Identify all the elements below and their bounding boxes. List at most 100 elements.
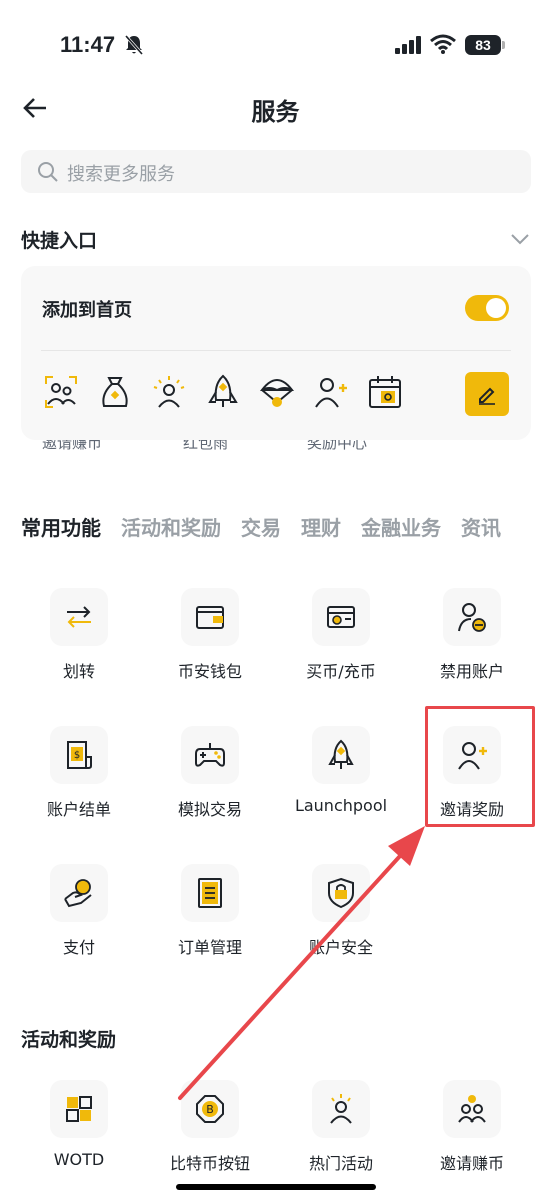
svg-text:$: $ bbox=[74, 750, 80, 761]
function-label: 禁用账户 bbox=[439, 662, 504, 681]
calendar-icon[interactable] bbox=[367, 374, 403, 410]
parachute-icon[interactable] bbox=[259, 374, 295, 410]
quick-entry-title: 快捷入口 bbox=[21, 230, 98, 252]
function-label: 买币/充币 bbox=[306, 662, 376, 681]
battery-indicator: 83 bbox=[465, 35, 501, 55]
search-input[interactable]: 搜索更多服务 bbox=[21, 150, 531, 193]
divider bbox=[41, 350, 511, 351]
invite-earn-icon[interactable] bbox=[43, 374, 79, 410]
function-label: 划转 bbox=[62, 662, 95, 681]
activity-label: 邀请赚币 bbox=[439, 1154, 504, 1173]
activity-label: WOTD bbox=[53, 1150, 105, 1169]
icon-box bbox=[443, 1080, 501, 1138]
tab-news[interactable]: 资讯 bbox=[461, 512, 501, 541]
order-icon bbox=[198, 878, 222, 908]
function-demo-trading[interactable]: 模拟交易 bbox=[145, 726, 275, 836]
tab-common-functions[interactable]: 常用功能 bbox=[21, 512, 101, 541]
nav-bar: 服务 bbox=[0, 80, 551, 136]
clipped-label: 邀请赚币 bbox=[42, 440, 103, 452]
function-account-security[interactable]: 账户安全 bbox=[276, 864, 406, 974]
annotation-highlight-box bbox=[425, 706, 535, 827]
icon-box: $ bbox=[50, 726, 108, 784]
status-time: 11:47 bbox=[60, 32, 116, 57]
wallet-icon bbox=[196, 606, 224, 629]
quick-entry-card: 添加到首页 bbox=[21, 266, 531, 440]
transfer-icon bbox=[67, 606, 91, 628]
activity-label: 比特币按钮 bbox=[169, 1154, 250, 1173]
function-label: 账户结单 bbox=[46, 800, 111, 819]
person-sun-icon bbox=[330, 1094, 352, 1124]
function-buy-deposit[interactable]: 买币/充币 bbox=[276, 588, 406, 698]
function-label: 模拟交易 bbox=[177, 800, 242, 819]
shield-lock-icon bbox=[328, 877, 354, 909]
bell-muted-icon bbox=[124, 35, 144, 55]
clipped-label: 奖励中心 bbox=[307, 440, 368, 452]
tab-finance[interactable]: 理财 bbox=[301, 512, 341, 541]
add-to-home-toggle[interactable] bbox=[465, 295, 509, 321]
icon-box bbox=[50, 588, 108, 646]
function-label: Launchpool bbox=[294, 796, 388, 815]
icon-box bbox=[50, 1080, 108, 1138]
activity-label: 热门活动 bbox=[308, 1154, 373, 1173]
person-sun-icon[interactable] bbox=[151, 374, 187, 410]
wotd-icon bbox=[66, 1096, 92, 1122]
function-label: 币安钱包 bbox=[177, 662, 242, 681]
search-icon bbox=[38, 162, 58, 182]
add-to-home-label: 添加到首页 bbox=[42, 300, 132, 321]
tab-financial-business[interactable]: 金融业务 bbox=[361, 512, 441, 541]
edit-shortcuts-button[interactable] bbox=[465, 372, 509, 416]
tab-trade[interactable]: 交易 bbox=[241, 512, 281, 541]
function-binance-wallet[interactable]: 币安钱包 bbox=[145, 588, 275, 698]
function-order-management[interactable]: 订单管理 bbox=[145, 864, 275, 974]
icon-box bbox=[181, 588, 239, 646]
function-account-statement[interactable]: $ 账户结单 bbox=[14, 726, 144, 836]
svg-text:B: B bbox=[206, 1103, 214, 1116]
activity-hot-events[interactable]: 热门活动 bbox=[276, 1080, 406, 1190]
function-disable-account[interactable]: 禁用账户 bbox=[407, 588, 537, 698]
icon-box bbox=[181, 864, 239, 922]
toggle-knob bbox=[486, 298, 506, 318]
money-bag-icon[interactable] bbox=[97, 374, 133, 410]
quick-entry-header[interactable]: 快捷入口 bbox=[21, 222, 531, 256]
activity-bitcoin-button[interactable]: B 比特币按钮 bbox=[145, 1080, 275, 1190]
person-add-icon[interactable] bbox=[313, 374, 349, 410]
statement-icon: $ bbox=[67, 741, 92, 769]
rocket-icon[interactable] bbox=[205, 374, 241, 410]
activity-invite-earn[interactable]: 邀请赚币 bbox=[407, 1080, 537, 1190]
tab-activities-rewards[interactable]: 活动和奖励 bbox=[121, 512, 221, 541]
function-label: 支付 bbox=[62, 938, 95, 957]
icon-box bbox=[312, 1080, 370, 1138]
activity-wotd[interactable]: WOTD bbox=[14, 1080, 144, 1190]
cellular-signal-icon bbox=[395, 36, 421, 54]
rocket-icon bbox=[328, 739, 354, 769]
bitcoin-button-icon: B bbox=[196, 1095, 224, 1123]
status-bar: 11:47 83 bbox=[0, 0, 551, 80]
icon-box bbox=[181, 726, 239, 784]
search-placeholder: 搜索更多服务 bbox=[67, 164, 175, 185]
wifi-icon bbox=[430, 34, 456, 54]
category-tabs: 常用功能 活动和奖励 交易 理财 金融业务 资讯 bbox=[21, 512, 551, 548]
buy-card-icon bbox=[327, 606, 355, 628]
section-title-activities: 活动和奖励 bbox=[21, 1029, 117, 1051]
battery-tip bbox=[502, 41, 505, 49]
icon-box: B bbox=[181, 1080, 239, 1138]
chevron-down-icon[interactable] bbox=[509, 228, 531, 250]
icon-box bbox=[443, 588, 501, 646]
clipped-label: 红包雨 bbox=[183, 440, 229, 452]
gamepad-icon bbox=[195, 743, 225, 767]
clipped-shortcut-labels: 邀请赚币 红包雨 奖励中心 bbox=[0, 440, 551, 458]
function-label: 账户安全 bbox=[308, 938, 373, 957]
icon-box bbox=[312, 726, 370, 784]
home-indicator bbox=[176, 1184, 376, 1190]
page-title: 服务 bbox=[251, 98, 300, 126]
icon-box bbox=[312, 864, 370, 922]
quick-icons-row bbox=[43, 374, 403, 414]
payment-icon bbox=[64, 879, 92, 908]
icon-box bbox=[312, 588, 370, 646]
invite-earn-icon bbox=[458, 1095, 486, 1123]
function-payment[interactable]: 支付 bbox=[14, 864, 144, 974]
function-transfer[interactable]: 划转 bbox=[14, 588, 144, 698]
pencil-icon bbox=[479, 387, 495, 405]
function-launchpool[interactable]: Launchpool bbox=[276, 726, 406, 836]
function-label: 订单管理 bbox=[177, 938, 242, 957]
